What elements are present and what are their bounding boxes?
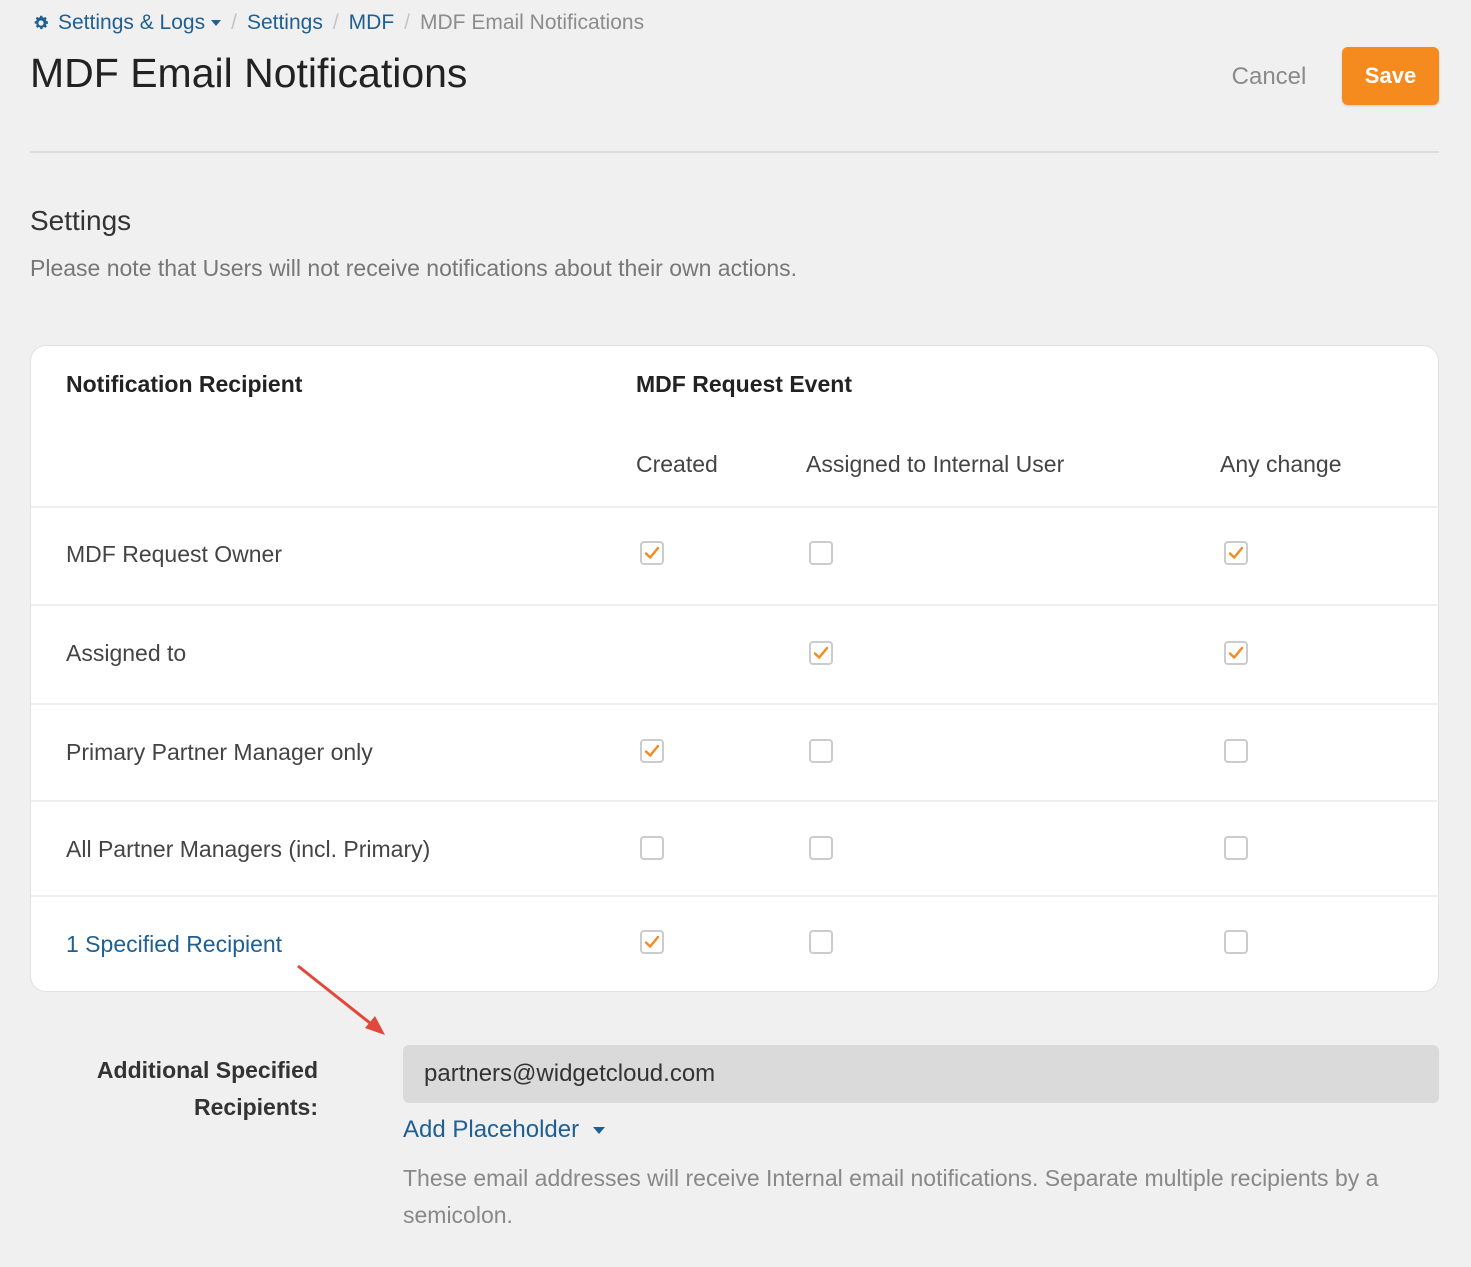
table-row: MDF Request Owner [31, 506, 1440, 604]
checkbox-unchecked[interactable] [1224, 930, 1248, 954]
page-title: MDF Email Notifications [30, 50, 468, 96]
breadcrumb-separator: / [231, 11, 237, 34]
settings-note: Please note that Users will not receive … [30, 255, 798, 281]
additional-recipients-label: Additional Specified Recipients: [60, 1052, 318, 1126]
breadcrumb: Settings & Logs / Settings / MDF / MDF E… [32, 10, 644, 36]
row-label: All Partner Managers (incl. Primary) [66, 836, 431, 862]
breadcrumb-separator: / [332, 11, 339, 34]
specified-recipient-link[interactable]: 1 Specified Recipient [66, 931, 282, 958]
table-row: Assigned to [31, 604, 1440, 703]
recipient-column-header: Notification Recipient [66, 371, 303, 397]
checkmark-icon [644, 744, 660, 757]
checkbox-checked[interactable] [640, 739, 664, 763]
breadcrumb-current: MDF Email Notifications [420, 11, 645, 34]
table-row: Primary Partner Manager only [31, 703, 1440, 800]
notification-table: Notification Recipient MDF Request Event… [30, 345, 1440, 993]
checkbox-unchecked[interactable] [1224, 836, 1248, 860]
checkbox-checked[interactable] [640, 930, 664, 954]
header-divider [30, 151, 1439, 153]
column-header-created: Created [636, 451, 718, 477]
cancel-button[interactable]: Cancel [1214, 58, 1324, 96]
additional-label-line1: Additional Specified [96, 1057, 318, 1083]
checkmark-icon [1228, 646, 1244, 659]
checkbox-checked[interactable] [640, 541, 664, 565]
additional-label-line2: Recipients: [194, 1094, 318, 1120]
checkbox-unchecked[interactable] [809, 541, 833, 565]
caret-down-icon [211, 20, 222, 27]
breadcrumb-mdf[interactable]: MDF [349, 11, 395, 35]
checkbox-checked[interactable] [809, 641, 833, 665]
checkbox-unchecked[interactable] [809, 930, 833, 954]
event-column-header: MDF Request Event [636, 371, 852, 397]
caret-down-icon [593, 1127, 606, 1135]
table-row: All Partner Managers (incl. Primary) [31, 800, 1440, 895]
settings-section-title: Settings [30, 205, 132, 236]
row-label: MDF Request Owner [66, 541, 283, 567]
breadcrumb-settings-logs[interactable]: Settings & Logs [58, 11, 222, 35]
additional-recipients-input[interactable] [403, 1045, 1439, 1103]
checkbox-unchecked[interactable] [1224, 739, 1248, 763]
row-label: Primary Partner Manager only [66, 739, 373, 765]
add-placeholder-dropdown[interactable]: Add Placeholder [403, 1116, 606, 1144]
save-button[interactable]: Save [1342, 47, 1439, 105]
breadcrumb-settings[interactable]: Settings [247, 11, 323, 35]
table-row: 1 Specified Recipient [31, 895, 1440, 993]
checkmark-icon [813, 646, 829, 659]
additional-recipients-help: These email addresses will receive Inter… [403, 1165, 1379, 1228]
breadcrumb-root-label: Settings & Logs [58, 11, 206, 34]
column-header-assigned-internal: Assigned to Internal User [806, 451, 1065, 477]
breadcrumb-separator: / [404, 11, 411, 34]
checkbox-unchecked[interactable] [640, 836, 664, 860]
column-header-any-change: Any change [1220, 451, 1342, 477]
add-placeholder-label: Add Placeholder [403, 1116, 580, 1143]
row-label: Assigned to [66, 640, 187, 666]
checkbox-checked[interactable] [1224, 641, 1248, 665]
checkmark-icon [644, 546, 660, 559]
checkbox-unchecked[interactable] [809, 739, 833, 763]
checkbox-checked[interactable] [1224, 541, 1248, 565]
checkbox-unchecked[interactable] [809, 836, 833, 860]
checkmark-icon [644, 935, 660, 948]
checkmark-icon [1228, 546, 1244, 559]
gear-icon [34, 15, 49, 30]
